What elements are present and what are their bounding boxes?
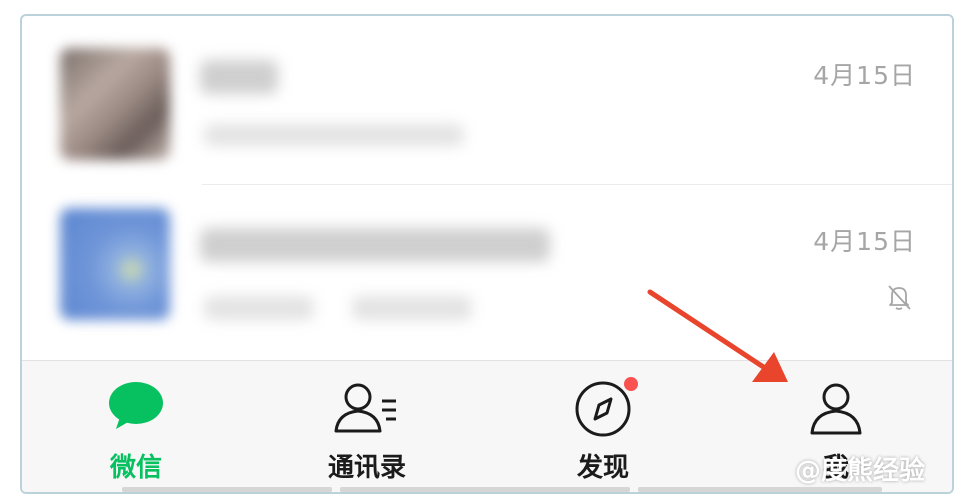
avatar xyxy=(60,208,170,320)
wechat-screen: 4月15日 4月15日 微信 通讯录 发现 我 xyxy=(20,14,954,494)
tab-chats[interactable]: 微信 xyxy=(56,361,216,492)
blurred-contact-name xyxy=(200,228,550,262)
blurred-message-preview xyxy=(204,296,314,320)
mute-bell-icon xyxy=(888,285,911,310)
chat-list-item[interactable]: 4月15日 xyxy=(22,16,952,186)
divider xyxy=(202,184,952,185)
chat-timestamp: 4月15日 xyxy=(813,61,916,90)
blurred-message-preview xyxy=(204,124,464,146)
contacts-icon xyxy=(334,383,396,433)
avatar xyxy=(60,48,170,160)
blurred-message-preview xyxy=(352,296,472,320)
notification-dot xyxy=(624,377,638,391)
chat-list-item[interactable] xyxy=(22,186,952,356)
scroll-indicator xyxy=(122,487,882,492)
tab-label: 通讯录 xyxy=(327,453,406,483)
chat-bubble-icon xyxy=(109,382,163,429)
tab-label: 微信 xyxy=(109,453,162,483)
red-arrow-annotation xyxy=(647,289,788,382)
compass-icon xyxy=(575,381,631,437)
person-icon xyxy=(810,383,862,435)
chat-timestamp: 4月15日 xyxy=(813,227,916,256)
watermark: @度熊经验 xyxy=(795,456,926,486)
tab-label: 发现 xyxy=(576,453,629,483)
tab-contacts[interactable]: 通讯录 xyxy=(287,361,447,492)
blurred-contact-name xyxy=(200,60,278,94)
